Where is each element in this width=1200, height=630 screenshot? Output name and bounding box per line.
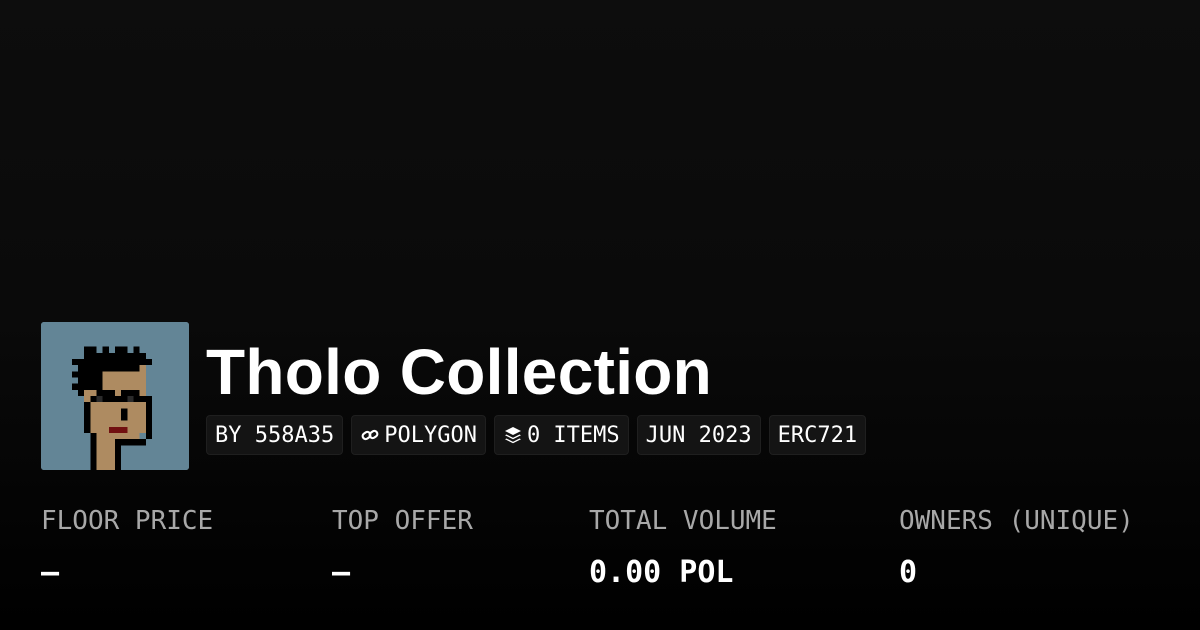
- collection-tags: BY 558A35 POLYGON 0 ITEMS JUN 2023 ERC72…: [206, 415, 867, 455]
- floor-price-label: FLOOR PRICE: [41, 506, 214, 536]
- date-tag: JUN 2023: [636, 415, 761, 455]
- chain-tag[interactable]: POLYGON: [351, 415, 486, 455]
- owners-value: 0: [899, 555, 918, 590]
- date-tag-label: JUN 2023: [645, 422, 752, 448]
- stat-top-offer: TOP OFFER –: [332, 503, 473, 593]
- collection-avatar: [41, 322, 189, 470]
- items-tag-label: 0 ITEMS: [526, 422, 620, 448]
- stat-owners: OWNERS (UNIQUE) 0: [899, 503, 1134, 593]
- punk-avatar-image: [41, 322, 189, 470]
- stat-floor-price: FLOOR PRICE –: [41, 503, 213, 593]
- creator-tag[interactable]: BY 558A35: [206, 415, 344, 455]
- items-tag[interactable]: 0 ITEMS: [493, 415, 629, 455]
- total-volume-value: 0.00 POL: [589, 555, 734, 590]
- top-offer-value: –: [332, 555, 351, 590]
- floor-price-value: –: [41, 555, 60, 590]
- standard-tag-label: ERC721: [777, 422, 858, 448]
- collection-title: Tholo Collection: [206, 336, 713, 408]
- top-offer-label: TOP OFFER: [332, 506, 473, 536]
- standard-tag: ERC721: [768, 415, 867, 455]
- stat-total-volume: TOTAL VOLUME 0.00 POL: [589, 503, 777, 593]
- creator-tag-label: BY 558A35: [215, 422, 335, 448]
- layers-icon: [503, 425, 523, 445]
- chain-tag-label: POLYGON: [384, 422, 477, 448]
- total-volume-label: TOTAL VOLUME: [589, 506, 777, 536]
- owners-label: OWNERS (UNIQUE): [899, 506, 1134, 536]
- link-icon: [360, 425, 380, 445]
